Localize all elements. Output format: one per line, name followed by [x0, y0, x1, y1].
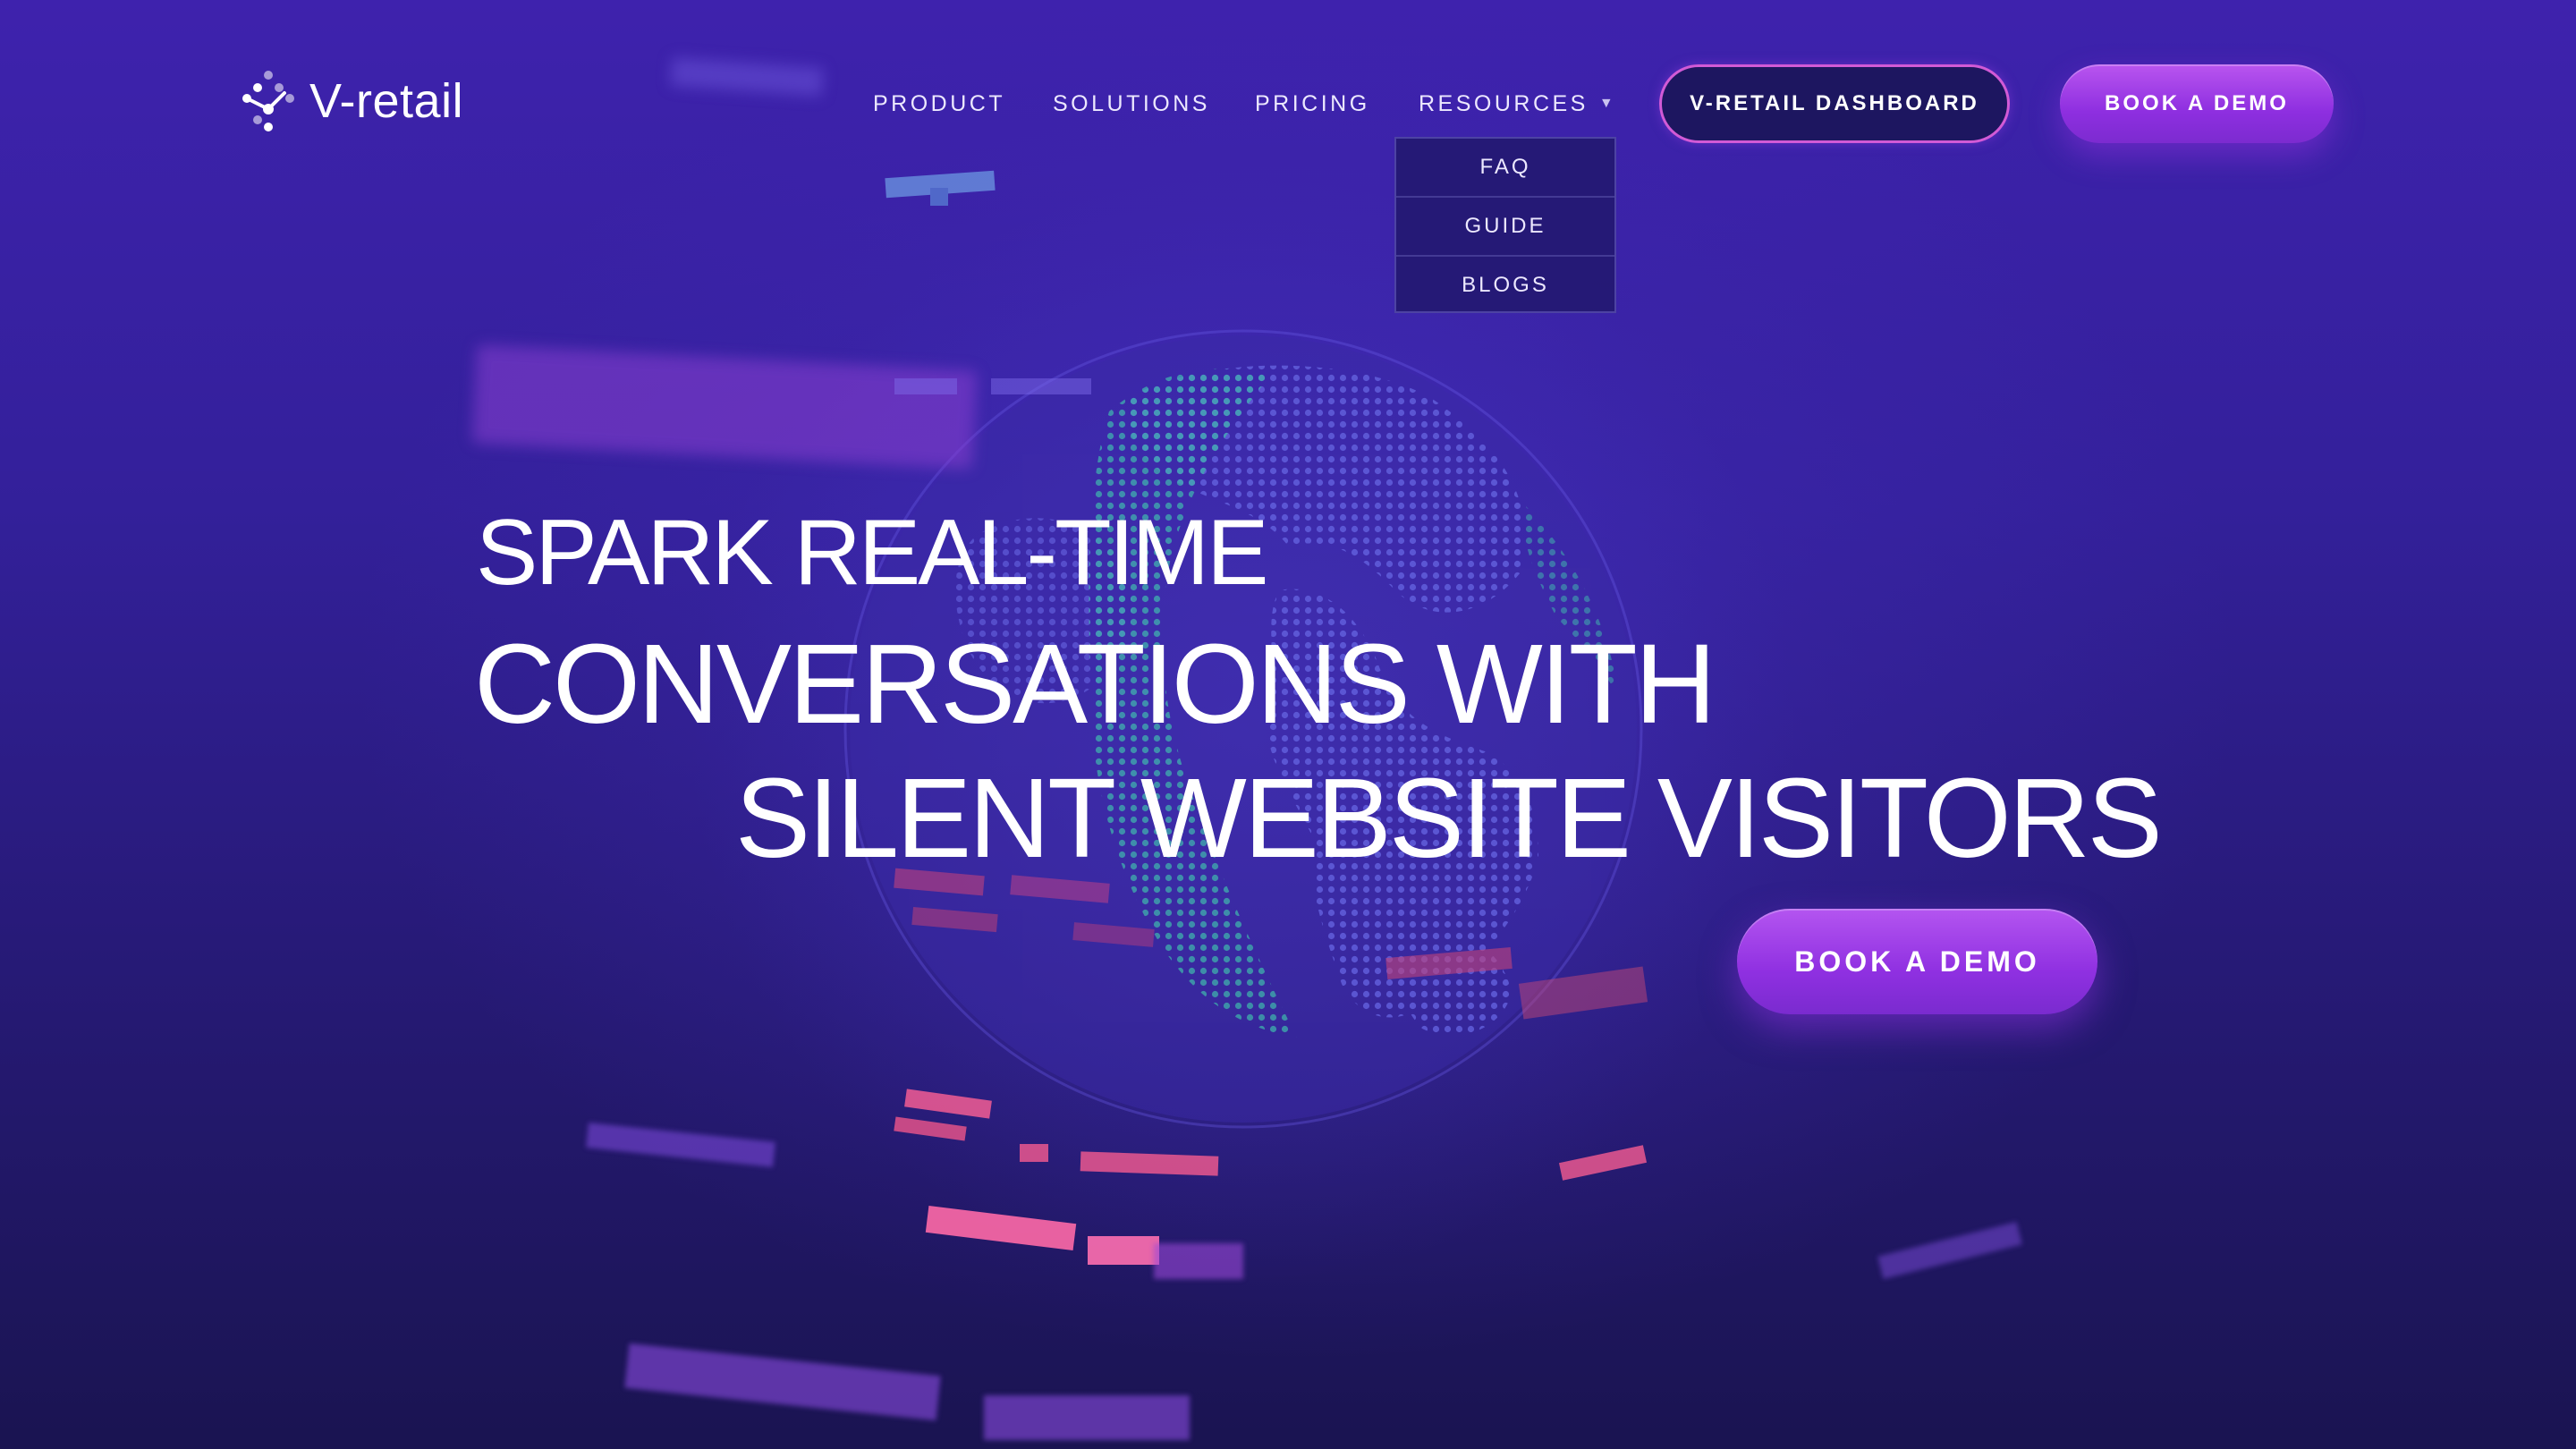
nav-resources-label: RESOURCES — [1419, 91, 1589, 116]
caret-down-icon: ▼ — [1598, 96, 1617, 111]
hero-headline-line1: SPARK REAL-TIME — [476, 501, 1268, 605]
nav-product-link[interactable]: PRODUCT — [873, 89, 1005, 118]
network-dots-icon — [242, 71, 294, 131]
book-demo-nav-button[interactable]: BOOK A DEMO — [2060, 64, 2334, 143]
dropdown-item-faq[interactable]: FAQ — [1396, 139, 1614, 198]
brand-logo[interactable]: V-retail — [240, 70, 463, 132]
book-demo-hero-button[interactable]: BOOK A DEMO — [1737, 909, 2097, 1014]
hero-headline-line2: CONVERSATIONS WITH — [474, 621, 1716, 747]
nav-solutions-link[interactable]: SOLUTIONS — [1053, 89, 1210, 118]
hero-headline-line3: SILENT WEBSITE VISITORS — [735, 755, 2163, 881]
nav-pricing-link[interactable]: PRICING — [1255, 89, 1370, 118]
resources-dropdown: FAQ GUIDE BLOGS — [1394, 137, 1616, 313]
dashboard-button[interactable]: V-RETAIL DASHBOARD — [1659, 64, 2010, 143]
brand-name: V-retail — [309, 74, 464, 128]
dropdown-item-blogs[interactable]: BLOGS — [1396, 257, 1614, 314]
dropdown-item-guide[interactable]: GUIDE — [1396, 198, 1614, 257]
nav-resources-menu[interactable]: RESOURCES ▼ — [1419, 89, 1616, 118]
